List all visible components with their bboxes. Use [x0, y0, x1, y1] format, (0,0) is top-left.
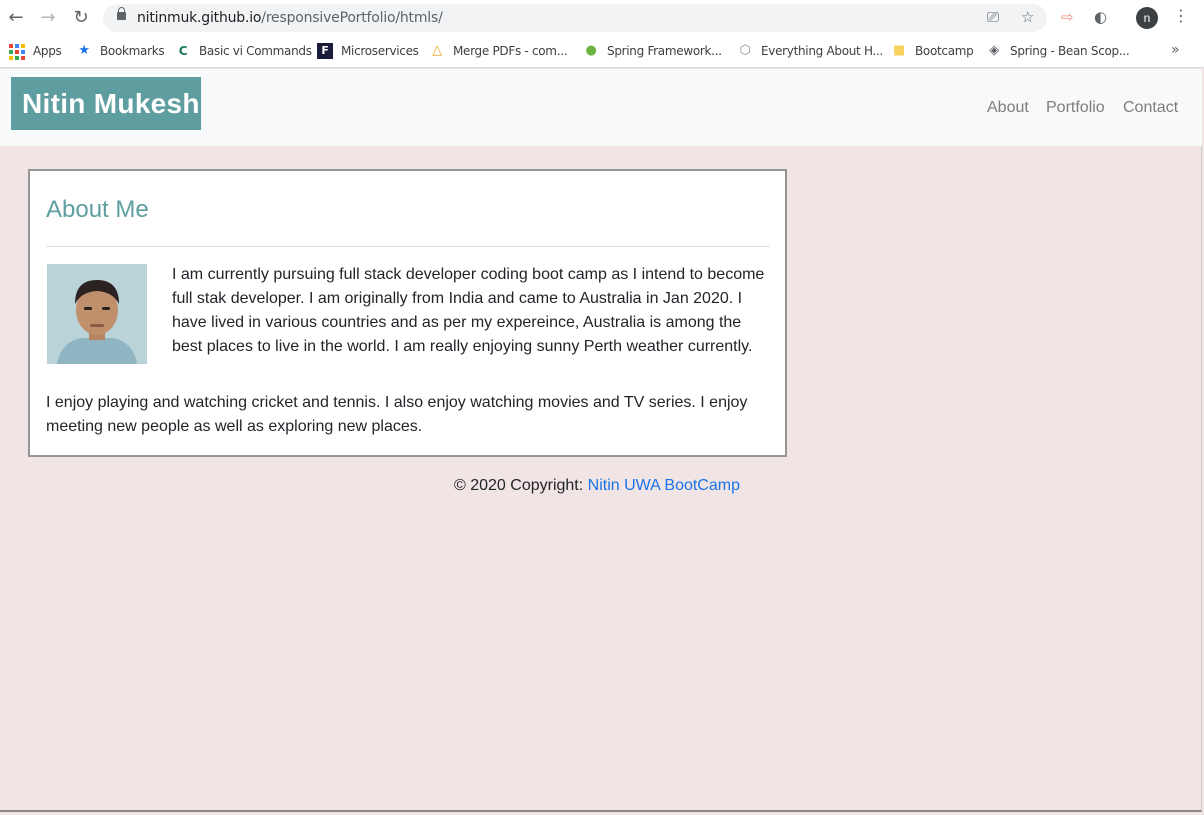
about-title: About Me [46, 196, 149, 223]
bookmark-apps[interactable]: Apps [9, 43, 62, 60]
divider [46, 246, 770, 247]
globe-icon: ⬡ [739, 43, 751, 58]
bookmark-label: Everything About H... [761, 44, 884, 58]
bookmark-label: Spring - Bean Scop... [1010, 44, 1130, 58]
apps-grid-icon [9, 43, 25, 60]
bookmarks-bar: Apps ★ Bookmarks C Basic vi Commands F M… [0, 36, 1204, 68]
lock-icon[interactable] [117, 7, 126, 20]
warning-triangle-icon: △ [432, 43, 442, 58]
bookmark-basic-vi[interactable]: C Basic vi Commands [175, 43, 312, 59]
site-brand[interactable]: Nitin Mukesh [11, 77, 201, 130]
about-paragraph-1: I am currently pursuing full stack devel… [172, 266, 765, 355]
nav-contact-link[interactable]: Contact [1123, 99, 1178, 117]
bookmark-spring-bean[interactable]: ◈ Spring - Bean Scop... [986, 43, 1130, 59]
footer-link[interactable]: Nitin UWA BootCamp [588, 477, 740, 494]
bookmark-label: Apps [33, 44, 62, 58]
bookmark-merge-pdfs[interactable]: △ Merge PDFs - com... [429, 43, 567, 59]
address-bar[interactable]: nitinmuk.github.io/responsivePortfolio/h… [103, 4, 1047, 32]
bookmark-label: Spring Framework... [607, 44, 722, 58]
url-text[interactable]: nitinmuk.github.io/responsivePortfolio/h… [137, 10, 443, 26]
bookmark-bookmarks[interactable]: ★ Bookmarks [76, 43, 164, 59]
about-paragraph-2: I enjoy playing and watching cricket and… [46, 394, 748, 435]
cs-logo-icon: C [178, 44, 188, 58]
forward-arrow-icon[interactable]: → [36, 6, 60, 30]
cast-icon[interactable]: ⎚ [987, 8, 999, 26]
spring-leaf-icon: ● [585, 43, 597, 58]
diamond-icon: ◈ [989, 43, 999, 58]
nav-portfolio-link[interactable]: Portfolio [1046, 99, 1105, 117]
url-host: nitinmuk.github.io [137, 10, 262, 26]
back-arrow-icon[interactable]: ← [4, 6, 28, 30]
bookmark-star-icon[interactable]: ☆ [1021, 8, 1034, 26]
star-icon: ★ [78, 43, 90, 58]
extension-icon[interactable]: ⇨ [1061, 8, 1074, 26]
footer: © 2020 Copyright: Nitin UWA BootCamp [454, 477, 740, 495]
nav-about-link[interactable]: About [987, 99, 1029, 117]
bookmark-label: Bookmarks [100, 44, 165, 58]
about-card: About Me I am currently pursuing full st… [28, 169, 787, 457]
more-menu-icon[interactable]: ⋮ [1173, 6, 1189, 25]
profile-avatar[interactable]: n [1136, 7, 1158, 29]
bookmark-label: Microservices [341, 44, 419, 58]
bookmarks-overflow-icon[interactable]: » [1171, 42, 1180, 58]
url-path: /responsivePortfolio/htmls/ [261, 10, 443, 26]
bookmark-spring-framework[interactable]: ● Spring Framework... [583, 43, 722, 59]
f-logo-icon: F [317, 43, 333, 59]
bookmark-microservices[interactable]: F Microservices [317, 43, 419, 59]
bookmark-bootcamp[interactable]: ■ Bootcamp [891, 43, 974, 59]
browser-toolbar: ← → ↻ nitinmuk.github.io/responsivePortf… [0, 0, 1204, 36]
reload-icon[interactable]: ↻ [69, 6, 93, 30]
profile-photo [47, 264, 147, 364]
bookmark-label: Bootcamp [915, 44, 974, 58]
site-navbar: Nitin Mukesh About Portfolio Contact [0, 69, 1202, 146]
bookmark-label: Merge PDFs - com... [453, 44, 568, 58]
dark-mode-extension-icon[interactable]: ◐ [1094, 8, 1107, 26]
footer-copyright-text: © 2020 Copyright: [454, 477, 588, 494]
bookmark-everything-about[interactable]: ⬡ Everything About H... [737, 43, 883, 59]
bookmark-label: Basic vi Commands [199, 44, 312, 58]
page-viewport: Nitin Mukesh About Portfolio Contact Abo… [0, 69, 1202, 812]
folder-icon: ■ [893, 43, 905, 58]
